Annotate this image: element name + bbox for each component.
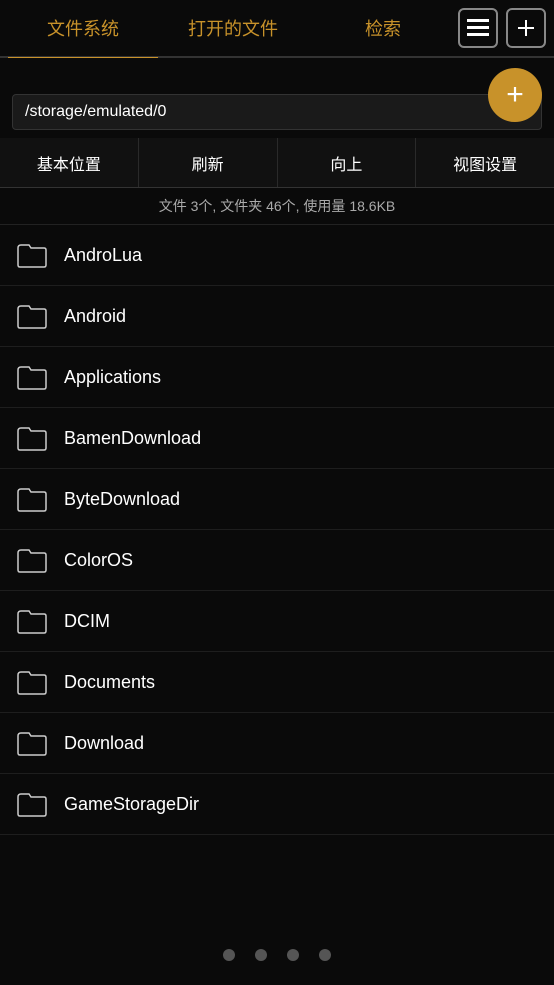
file-list: AndroLua Android Applications BamenDownl… bbox=[0, 225, 554, 926]
file-name: DCIM bbox=[64, 611, 110, 632]
file-name: GameStorageDir bbox=[64, 794, 199, 815]
list-item[interactable]: BamenDownload bbox=[0, 408, 554, 469]
add-tab-icon[interactable] bbox=[506, 8, 546, 48]
file-name: Download bbox=[64, 733, 144, 754]
list-item[interactable]: ByteDownload bbox=[0, 469, 554, 530]
list-item[interactable]: Documents bbox=[0, 652, 554, 713]
bottom-dots bbox=[0, 925, 554, 985]
tab-open-files[interactable]: 打开的文件 bbox=[158, 0, 308, 57]
list-item[interactable]: Download bbox=[0, 713, 554, 774]
fab-add-button[interactable]: + bbox=[488, 68, 542, 122]
list-item[interactable]: DCIM bbox=[0, 591, 554, 652]
file-name: Documents bbox=[64, 672, 155, 693]
file-name: Applications bbox=[64, 367, 161, 388]
list-item[interactable]: AndroLua bbox=[0, 225, 554, 286]
toolbar-view[interactable]: 视图设置 bbox=[416, 138, 554, 187]
list-item[interactable]: Applications bbox=[0, 347, 554, 408]
info-bar: 文件 3个, 文件夹 46个, 使用量 18.6KB bbox=[0, 188, 554, 225]
list-item[interactable]: ColorOS bbox=[0, 530, 554, 591]
tab-search[interactable]: 检索 bbox=[308, 0, 458, 57]
list-item[interactable]: Android bbox=[0, 286, 554, 347]
page-dot-1[interactable] bbox=[223, 949, 235, 961]
file-name: ByteDownload bbox=[64, 489, 180, 510]
tab-filesystem[interactable]: 文件系统 bbox=[8, 0, 158, 57]
path-bar[interactable]: /storage/emulated/0 bbox=[12, 94, 542, 130]
file-name: ColorOS bbox=[64, 550, 133, 571]
top-icons bbox=[458, 8, 546, 48]
top-tabs: 文件系统 打开的文件 检索 bbox=[0, 0, 554, 58]
toolbar: 基本位置 刷新 向上 视图设置 bbox=[0, 138, 554, 188]
page-dot-3[interactable] bbox=[287, 949, 299, 961]
path-area: /storage/emulated/0 + bbox=[0, 58, 554, 138]
file-name: BamenDownload bbox=[64, 428, 201, 449]
page-dot-2[interactable] bbox=[255, 949, 267, 961]
list-view-icon[interactable] bbox=[458, 8, 498, 48]
toolbar-refresh[interactable]: 刷新 bbox=[139, 138, 278, 187]
file-name: AndroLua bbox=[64, 245, 142, 266]
page-dot-4[interactable] bbox=[319, 949, 331, 961]
toolbar-up[interactable]: 向上 bbox=[278, 138, 417, 187]
list-item[interactable]: GameStorageDir bbox=[0, 774, 554, 835]
toolbar-base[interactable]: 基本位置 bbox=[0, 138, 139, 187]
file-name: Android bbox=[64, 306, 126, 327]
